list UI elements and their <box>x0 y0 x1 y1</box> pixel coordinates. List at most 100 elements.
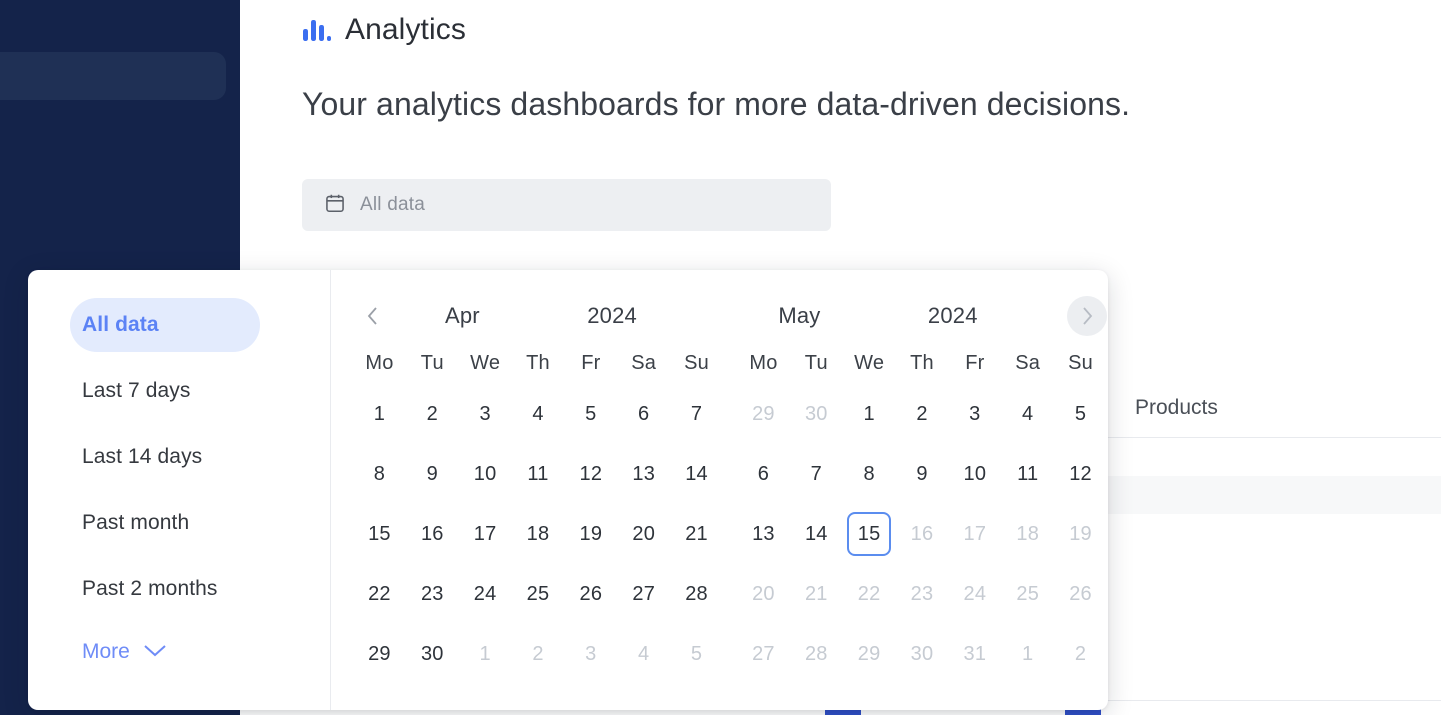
calendar-day[interactable]: 5 <box>564 384 617 444</box>
calendar-day-label: 10 <box>473 462 497 485</box>
calendar-day[interactable]: 11 <box>1001 444 1054 504</box>
calendar-day-label: 3 <box>585 642 597 665</box>
calendar-day[interactable]: 27 <box>617 564 670 624</box>
calendar-day-label: 16 <box>910 522 934 545</box>
calendar-day[interactable]: 3 <box>948 384 1001 444</box>
calendar-day-label: 1 <box>1022 642 1034 665</box>
table-row[interactable] <box>1080 476 1441 514</box>
calendar-day-label: 14 <box>685 462 708 485</box>
calendar-day[interactable]: 2 <box>896 384 949 444</box>
table-row[interactable] <box>1080 552 1441 590</box>
calendar-day[interactable]: 8 <box>353 444 406 504</box>
calendar-day[interactable]: 5 <box>1054 384 1107 444</box>
calendar-week-row: 1 2 3 4 5 6 7 <box>353 384 723 444</box>
calendar-day[interactable]: 29 <box>353 624 406 684</box>
calendar-day-label: 8 <box>373 462 386 485</box>
calendar-day[interactable]: 23 <box>406 564 459 624</box>
calendar-day[interactable]: 7 <box>670 384 723 444</box>
weekday-label: We <box>470 351 501 374</box>
calendar-day[interactable]: 15 <box>353 504 406 564</box>
calendar-day[interactable]: 11 <box>512 444 565 504</box>
calendar-day[interactable]: 19 <box>564 504 617 564</box>
calendar-day[interactable]: 22 <box>353 564 406 624</box>
calendar-day-label: 11 <box>1017 462 1039 485</box>
calendar-day-selected[interactable]: 15 <box>843 504 896 564</box>
calendar-day[interactable]: 13 <box>737 504 790 564</box>
date-preset-list: All data Last 7 days Last 14 days Past m… <box>28 270 330 710</box>
table-row[interactable] <box>1080 590 1441 628</box>
calendar-day[interactable]: 24 <box>459 564 512 624</box>
calendar-day-label: 9 <box>426 462 438 485</box>
calendar-day[interactable]: 7 <box>790 444 843 504</box>
calendar-day[interactable]: 30 <box>406 624 459 684</box>
preset-label: Past 2 months <box>82 577 218 600</box>
preset-all-data[interactable]: All data <box>28 292 330 358</box>
calendar-day-label: 23 <box>910 582 934 605</box>
calendar-day: 1 <box>1001 624 1054 684</box>
calendar-day[interactable]: 2 <box>406 384 459 444</box>
calendar-day[interactable]: 25 <box>512 564 565 624</box>
calendar-day-label: 13 <box>632 462 656 485</box>
calendar-day[interactable]: 4 <box>512 384 565 444</box>
calendar-day-label: 30 <box>420 642 444 665</box>
calendar-day[interactable]: 28 <box>670 564 723 624</box>
calendar-day[interactable]: 8 <box>843 444 896 504</box>
calendar-day: 31 <box>948 624 1001 684</box>
calendar-day[interactable]: 10 <box>459 444 512 504</box>
preset-label: Last 7 days <box>82 379 191 402</box>
sidebar-item-sales[interactable]: Sales <box>0 172 240 220</box>
calendar-day[interactable]: 1 <box>353 384 406 444</box>
preset-past-2-months[interactable]: Past 2 months <box>28 556 330 622</box>
calendar-day-label: 22 <box>857 582 881 605</box>
table-row[interactable] <box>1080 438 1441 476</box>
calendar-day[interactable]: 16 <box>406 504 459 564</box>
calendar-day[interactable]: 14 <box>670 444 723 504</box>
next-month-button[interactable] <box>1067 296 1108 336</box>
calendar-day-label: 24 <box>473 582 497 605</box>
calendar-day-label: 20 <box>632 522 656 545</box>
calendar-day[interactable]: 9 <box>406 444 459 504</box>
sidebar-item-products[interactable]: Products <box>0 228 240 276</box>
calendar-day: 29 <box>843 624 896 684</box>
weekday-label: Mo <box>749 351 778 374</box>
preset-more-button[interactable]: More <box>28 622 330 682</box>
calendar-day: 2 <box>1054 624 1107 684</box>
calendar-day[interactable]: 12 <box>564 444 617 504</box>
sidebar-item-home[interactable]: Home <box>0 52 226 100</box>
calendar-day[interactable]: 6 <box>617 384 670 444</box>
calendar-day[interactable]: 14 <box>790 504 843 564</box>
calendar-day-label: 5 <box>585 402 597 425</box>
calendar-day[interactable]: 26 <box>564 564 617 624</box>
calendar-day[interactable]: 20 <box>617 504 670 564</box>
calendar-day-label: 4 <box>532 402 544 425</box>
calendar-day[interactable]: 6 <box>737 444 790 504</box>
calendar-day[interactable]: 21 <box>670 504 723 564</box>
weekday-label: Sa <box>631 351 657 374</box>
calendar-day-label: 3 <box>969 402 981 425</box>
calendar-day[interactable]: 13 <box>617 444 670 504</box>
calendar-day[interactable]: 18 <box>512 504 565 564</box>
calendar-day: 22 <box>843 564 896 624</box>
table-row[interactable] <box>1080 514 1441 552</box>
calendar-day[interactable]: 1 <box>843 384 896 444</box>
calendar-week-row: 20 21 22 23 24 25 26 <box>737 564 1107 624</box>
calendar-day-label: 21 <box>804 582 828 605</box>
preset-label: Last 14 days <box>82 445 203 468</box>
calendar-day[interactable]: 17 <box>459 504 512 564</box>
calendar-day-label: 30 <box>804 402 828 425</box>
date-range-input[interactable]: All data <box>302 179 831 231</box>
calendar-day[interactable]: 4 <box>1001 384 1054 444</box>
calendar-day[interactable]: 9 <box>896 444 949 504</box>
calendar-week-row: 8 9 10 11 12 13 14 <box>353 444 723 504</box>
sidebar-item-analytics[interactable]: Analytics <box>0 116 240 164</box>
calendar-day-label: 28 <box>685 582 708 605</box>
calendar-day[interactable]: 10 <box>948 444 1001 504</box>
calendar-day[interactable]: 3 <box>459 384 512 444</box>
preset-past-month[interactable]: Past month <box>28 490 330 556</box>
preset-last-14-days[interactable]: Last 14 days <box>28 424 330 490</box>
preset-last-7-days[interactable]: Last 7 days <box>28 358 330 424</box>
calendar-day[interactable]: 12 <box>1054 444 1107 504</box>
prev-month-button[interactable] <box>353 296 393 336</box>
page-subtitle: Your analytics dashboards for more data-… <box>302 86 1131 122</box>
weekday-label: Mo <box>365 351 394 374</box>
